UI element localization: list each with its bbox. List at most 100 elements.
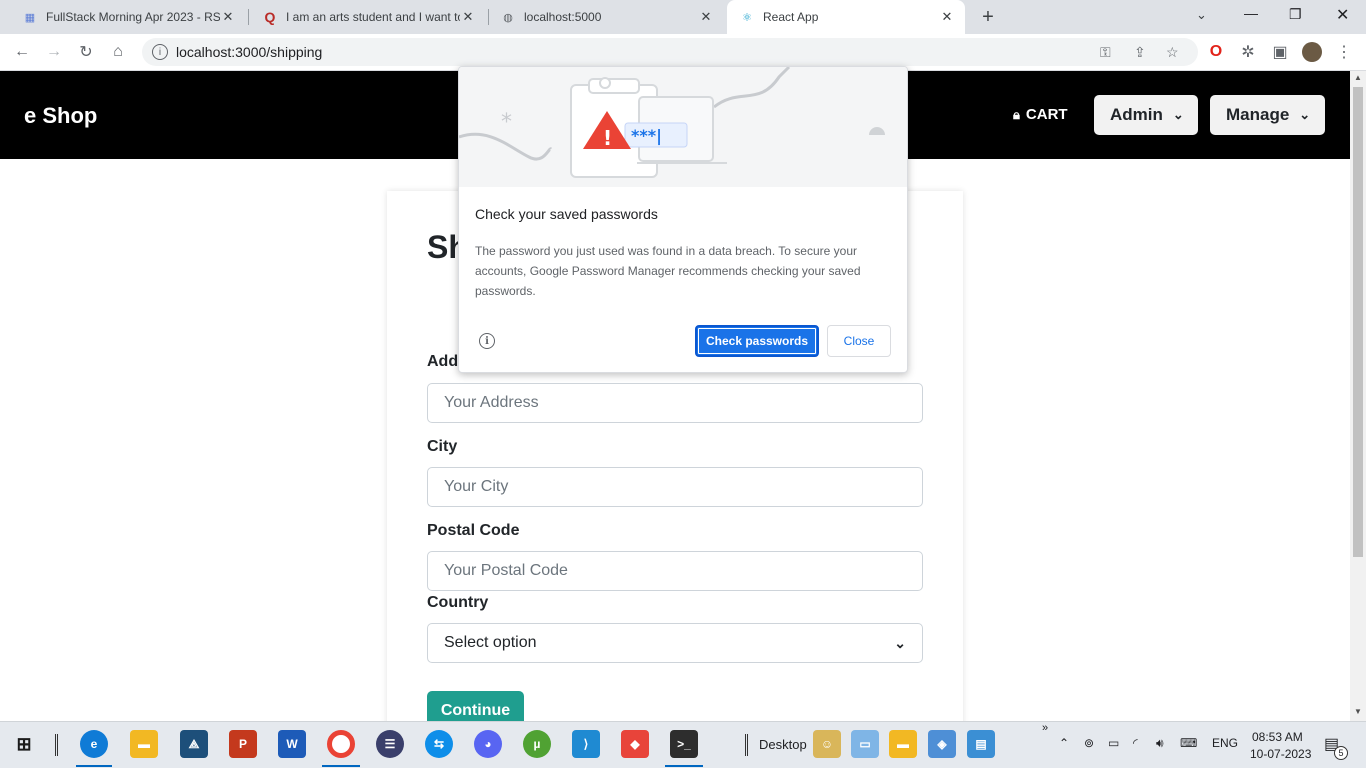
close-dialog-button[interactable]: Close	[827, 325, 891, 357]
scroll-up-icon[interactable]: ▲	[1354, 73, 1362, 82]
chevron-down-icon: ⌄	[1299, 107, 1311, 122]
mysql-workbench-icon[interactable]: ⟁	[180, 730, 208, 758]
computer-icon[interactable]: ▭	[851, 730, 879, 758]
address-input[interactable]: Your Address	[427, 383, 923, 423]
bookmark-star-icon[interactable]: ☆	[1166, 44, 1179, 61]
scroll-down-icon[interactable]: ▼	[1354, 707, 1362, 716]
scrollbar-thumb[interactable]	[1353, 87, 1363, 557]
tab-search-icon[interactable]: ⌄	[1196, 7, 1207, 23]
country-value: Select option	[444, 634, 537, 651]
windows-start-icon[interactable]: ⊞	[10, 730, 38, 758]
check-passwords-button[interactable]: Check passwords	[695, 325, 819, 357]
file-explorer-icon[interactable]: ▬	[130, 730, 158, 758]
edge-icon[interactable]: e	[80, 730, 108, 758]
window-close-icon[interactable]: ✕	[1336, 5, 1349, 25]
forward-icon[interactable]: →	[42, 40, 66, 64]
tab-quora[interactable]: Q I am an arts student and I want to ✕	[250, 0, 486, 34]
svg-text:!: !	[603, 126, 612, 150]
close-icon[interactable]: ✕	[698, 9, 714, 25]
browser-tab-strip: ▦ FullStack Morning Apr 2023 - RST ✕ Q I…	[0, 0, 1366, 34]
clock-time[interactable]: 08:53 AM	[1252, 730, 1303, 744]
utorrent-icon[interactable]: µ	[523, 730, 551, 758]
page-scrollbar[interactable]: ▲ ▼	[1350, 71, 1366, 721]
city-input[interactable]: Your City	[427, 467, 923, 507]
postal-code-input[interactable]: Your Postal Code	[427, 551, 923, 591]
anydesk-icon[interactable]: ◆	[621, 730, 649, 758]
close-icon[interactable]: ✕	[220, 9, 236, 25]
meet-icon[interactable]: ⊚	[1084, 736, 1094, 750]
clock-date[interactable]: 10-07-2023	[1250, 747, 1311, 761]
tab-separator	[248, 9, 249, 25]
chrome-icon[interactable]	[327, 730, 355, 758]
manage-dropdown[interactable]: Manage ⌄	[1210, 95, 1325, 135]
tab-react-app[interactable]: ⚛ React App ✕	[727, 0, 965, 34]
new-tab-button[interactable]: +	[978, 6, 998, 28]
tab-title: I am an arts student and I want to	[286, 10, 460, 24]
password-breach-illustration: * ***| !	[459, 67, 907, 187]
home-icon[interactable]: ⌂	[106, 40, 130, 64]
country-select[interactable]: Select option ⌄	[427, 623, 923, 663]
more-menu-icon[interactable]: ⋮	[1332, 40, 1356, 64]
active-indicator	[322, 765, 360, 767]
word-icon[interactable]: W	[278, 730, 306, 758]
chevron-down-icon: ⌄	[894, 634, 906, 651]
wifi-icon[interactable]: ◜	[1133, 736, 1138, 750]
terminal-icon[interactable]: >_	[670, 730, 698, 758]
key-icon[interactable]: ⚿	[1100, 44, 1111, 61]
user-folder-icon[interactable]: ☺	[813, 730, 841, 758]
taskbar-divider	[55, 734, 58, 756]
keyboard-icon[interactable]: ⌨	[1180, 736, 1197, 750]
chevron-down-icon: ⌄	[1172, 107, 1184, 122]
reload-icon[interactable]: ↻	[74, 40, 98, 64]
brand-logo[interactable]: e Shop	[24, 103, 97, 129]
tab-title: React App	[763, 10, 819, 24]
notification-count-badge: 5	[1334, 746, 1348, 760]
url-text: localhost:3000/shipping	[176, 44, 323, 60]
password-mask: ***|	[631, 126, 662, 146]
side-panel-icon[interactable]: ▣	[1268, 40, 1292, 64]
admin-label: Admin	[1110, 105, 1163, 124]
continue-button[interactable]: Continue	[427, 691, 524, 721]
control-panel-icon[interactable]: ▤	[967, 730, 995, 758]
tab-fullstack[interactable]: ▦ FullStack Morning Apr 2023 - RST ✕	[10, 0, 246, 34]
dialog-body: The password you just used was found in …	[475, 244, 861, 298]
teamviewer-icon[interactable]: ⇆	[425, 730, 453, 758]
folder-icon[interactable]: ▬	[889, 730, 917, 758]
opera-icon[interactable]: O	[1204, 40, 1228, 64]
password-check-dialog: * ***| ! Check your saved passwords The …	[458, 66, 908, 373]
volume-icon[interactable]: 🔊︎	[1156, 736, 1164, 751]
site-info-icon[interactable]: i	[152, 44, 168, 60]
discord-icon[interactable]: ◕	[474, 730, 502, 758]
tray-chevron-icon[interactable]: ⌃	[1059, 736, 1069, 750]
desktop-toolbar-label[interactable]: Desktop	[759, 737, 807, 752]
share-icon[interactable]: ⇪	[1134, 44, 1146, 61]
cart-link[interactable]: 🔒︎ CART	[1013, 106, 1068, 123]
tab-localhost-5000[interactable]: ◍ localhost:5000 ✕	[488, 0, 724, 34]
active-indicator	[665, 765, 703, 767]
quora-icon: Q	[264, 9, 276, 25]
tab-title: FullStack Morning Apr 2023 - RST	[46, 10, 220, 24]
back-icon[interactable]: ←	[10, 40, 34, 64]
vscode-icon[interactable]: ⟩	[572, 730, 600, 758]
battery-icon[interactable]: ▭	[1108, 736, 1119, 750]
taskbar-divider	[745, 734, 748, 756]
dialog-title: Check your saved passwords	[475, 206, 658, 222]
grid-icon: ▦	[24, 11, 36, 24]
toolbar-overflow-icon[interactable]: »	[1042, 722, 1048, 734]
close-icon[interactable]: ✕	[939, 9, 955, 25]
minimize-icon[interactable]: —	[1244, 5, 1258, 21]
windows-taskbar: ⊞ e ▬ ⟁ P W ☰ ⇆ ◕ µ ⟩ ◆ >_ Desktop ☺ ▭ ▬…	[0, 721, 1366, 768]
info-icon[interactable]: i	[479, 333, 495, 349]
extensions-icon[interactable]: ✲	[1236, 40, 1260, 64]
admin-dropdown[interactable]: Admin ⌄	[1094, 95, 1198, 135]
restore-icon[interactable]: ❐	[1289, 6, 1302, 23]
eclipse-icon[interactable]: ☰	[376, 730, 404, 758]
tab-title: localhost:5000	[524, 10, 602, 24]
avatar[interactable]	[1300, 40, 1324, 64]
powerpoint-icon[interactable]: P	[229, 730, 257, 758]
language-indicator[interactable]: ENG	[1212, 736, 1238, 750]
network-icon[interactable]: ◈	[928, 730, 956, 758]
close-icon[interactable]: ✕	[460, 9, 476, 25]
lock-icon: 🔒︎	[1013, 106, 1020, 122]
address-bar[interactable]: i localhost:3000/shipping ⚿ ⇪ ☆	[142, 38, 1198, 66]
